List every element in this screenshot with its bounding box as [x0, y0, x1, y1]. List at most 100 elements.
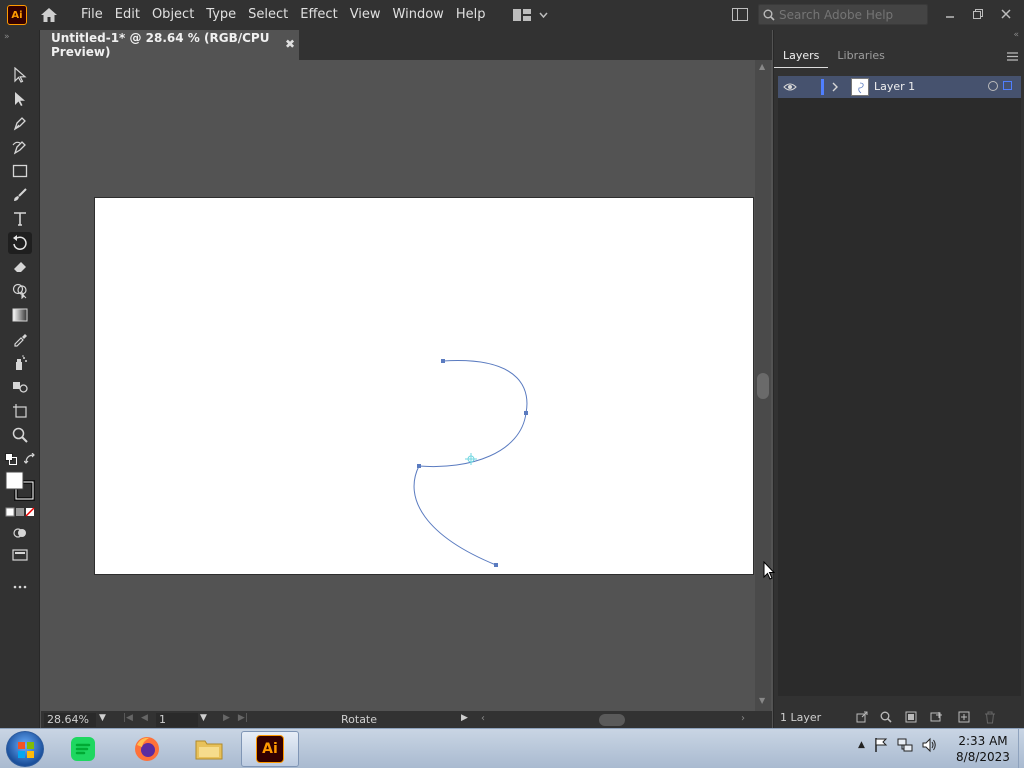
zoom-dropdown-icon[interactable]: ▼: [99, 713, 106, 723]
layer-selection-indicator[interactable]: [1003, 81, 1012, 90]
artboard-nav-next[interactable]: ▶ ▶|: [223, 713, 248, 723]
default-colors-icon[interactable]: [5, 453, 17, 468]
vertical-scroll-thumb[interactable]: [757, 373, 769, 399]
next-artboard-icon[interactable]: ▶: [223, 713, 230, 723]
workspace-switcher[interactable]: [513, 9, 549, 21]
pen-tool-icon[interactable]: [8, 112, 32, 134]
menu-object[interactable]: Object: [146, 0, 200, 30]
status-menu-icon[interactable]: ▶: [461, 713, 468, 723]
zoom-tool-icon[interactable]: [8, 424, 32, 446]
panel-collapse-icon[interactable]: »: [0, 30, 39, 44]
blend-tool-icon[interactable]: [8, 376, 32, 398]
export-icon[interactable]: [854, 709, 870, 725]
selection-tool-icon[interactable]: [8, 64, 32, 86]
bezier-path[interactable]: [95, 198, 755, 576]
taskbar-file-explorer[interactable]: [180, 731, 238, 767]
panel-expand-icon[interactable]: «: [1013, 30, 1019, 40]
network-icon[interactable]: [897, 737, 913, 753]
taskbar-firefox[interactable]: [118, 731, 176, 767]
layer-target-icon[interactable]: [988, 81, 998, 91]
new-layer-icon[interactable]: [956, 709, 972, 725]
clipping-mask-icon[interactable]: [903, 709, 919, 725]
vertical-scrollbar[interactable]: ▲ ▼: [755, 60, 771, 711]
menu-help[interactable]: Help: [450, 0, 492, 30]
tab-libraries[interactable]: Libraries: [828, 44, 894, 68]
paintbrush-tool-icon[interactable]: [8, 184, 32, 206]
layer-row[interactable]: Layer 1: [778, 76, 1021, 98]
menu-select[interactable]: Select: [242, 0, 294, 30]
layer-name[interactable]: Layer 1: [874, 80, 915, 93]
firefox-icon: [135, 737, 159, 761]
tools-panel: »: [0, 30, 40, 728]
last-artboard-icon[interactable]: ▶|: [238, 713, 248, 723]
artboard-dropdown-icon[interactable]: ▼: [200, 713, 207, 723]
action-center-flag-icon[interactable]: [873, 737, 889, 753]
menu-type[interactable]: Type: [200, 0, 242, 30]
direct-selection-tool-icon[interactable]: [8, 88, 32, 110]
type-tool-icon[interactable]: [8, 208, 32, 230]
shape-builder-tool-icon[interactable]: [8, 280, 32, 302]
show-hidden-icons[interactable]: ▲: [858, 740, 865, 750]
rotate-tool-icon[interactable]: [8, 232, 32, 254]
folder-icon: [195, 740, 223, 760]
show-desktop-button[interactable]: [1018, 729, 1024, 768]
curvature-tool-icon[interactable]: [8, 136, 32, 158]
expand-layer-icon[interactable]: [831, 81, 839, 95]
arrange-documents-icon[interactable]: [732, 8, 748, 24]
locate-object-icon[interactable]: [878, 709, 894, 725]
home-icon[interactable]: [39, 5, 59, 25]
eye-icon[interactable]: [783, 81, 797, 95]
close-window-icon[interactable]: [998, 6, 1014, 22]
panel-menu-icon[interactable]: [1007, 50, 1018, 64]
swap-colors-icon[interactable]: [23, 452, 36, 468]
rectangle-tool-icon[interactable]: [8, 160, 32, 182]
windows-taskbar: Ai ▲ 2:33 AM 8/8/2023: [0, 728, 1024, 768]
artboard-tool-icon[interactable]: [8, 400, 32, 422]
canvas-area[interactable]: [41, 60, 755, 711]
color-mode-icons[interactable]: [5, 506, 35, 520]
minimize-icon[interactable]: [942, 6, 958, 22]
menu-window[interactable]: Window: [387, 0, 450, 30]
delete-layer-icon[interactable]: [982, 709, 998, 725]
scroll-down-icon[interactable]: ▼: [759, 696, 765, 705]
menu-edit[interactable]: Edit: [109, 0, 146, 30]
more-tools-icon[interactable]: [8, 576, 32, 598]
taskbar-clock[interactable]: 2:33 AM 8/8/2023: [950, 733, 1016, 765]
artboard-number-field[interactable]: 1: [156, 713, 198, 727]
draw-mode-icon[interactable]: [8, 522, 32, 544]
taskbar-spotify-like-app[interactable]: [54, 731, 112, 767]
clock-time: 2:33 AM: [958, 734, 1008, 748]
search-help-box[interactable]: [758, 4, 928, 25]
horizontal-scrollbar[interactable]: ‹ ›: [481, 712, 751, 728]
restore-icon[interactable]: [970, 6, 986, 22]
document-tab[interactable]: Untitled-1* @ 28.64 % (RGB/CPU Preview) …: [41, 30, 299, 60]
menu-effect[interactable]: Effect: [294, 0, 343, 30]
artboard-nav-prev[interactable]: |◀ ◀: [123, 713, 148, 723]
eraser-tool-icon[interactable]: [8, 256, 32, 278]
new-sublayer-icon[interactable]: [929, 709, 945, 725]
artboard[interactable]: [94, 197, 754, 575]
panel-grip[interactable]: «: [774, 30, 1024, 42]
gradient-tool-icon[interactable]: [8, 304, 32, 326]
search-input[interactable]: [779, 7, 919, 22]
menu-view[interactable]: View: [344, 0, 387, 30]
scroll-left-icon[interactable]: ‹: [481, 713, 485, 724]
menu-bar: Ai File Edit Object Type Select Effect V…: [0, 0, 1024, 30]
scroll-right-icon[interactable]: ›: [741, 713, 745, 724]
scroll-up-icon[interactable]: ▲: [759, 62, 765, 71]
symbol-sprayer-tool-icon[interactable]: [8, 352, 32, 374]
illustrator-app-icon: Ai: [256, 735, 284, 763]
first-artboard-icon[interactable]: |◀: [123, 713, 133, 723]
close-tab-icon[interactable]: ✖: [285, 37, 295, 51]
zoom-level-field[interactable]: 28.64%: [44, 713, 96, 727]
menu-file[interactable]: File: [75, 0, 109, 30]
horizontal-scroll-thumb[interactable]: [599, 714, 625, 726]
start-button[interactable]: [6, 731, 44, 767]
screen-mode-icon[interactable]: [8, 544, 32, 566]
tab-layers[interactable]: Layers: [774, 44, 829, 68]
volume-icon[interactable]: [921, 737, 937, 753]
previous-artboard-icon[interactable]: ◀: [141, 713, 148, 723]
fill-stroke-swatch[interactable]: [5, 471, 35, 504]
eyedropper-tool-icon[interactable]: [8, 328, 32, 350]
taskbar-illustrator[interactable]: Ai: [241, 731, 299, 767]
